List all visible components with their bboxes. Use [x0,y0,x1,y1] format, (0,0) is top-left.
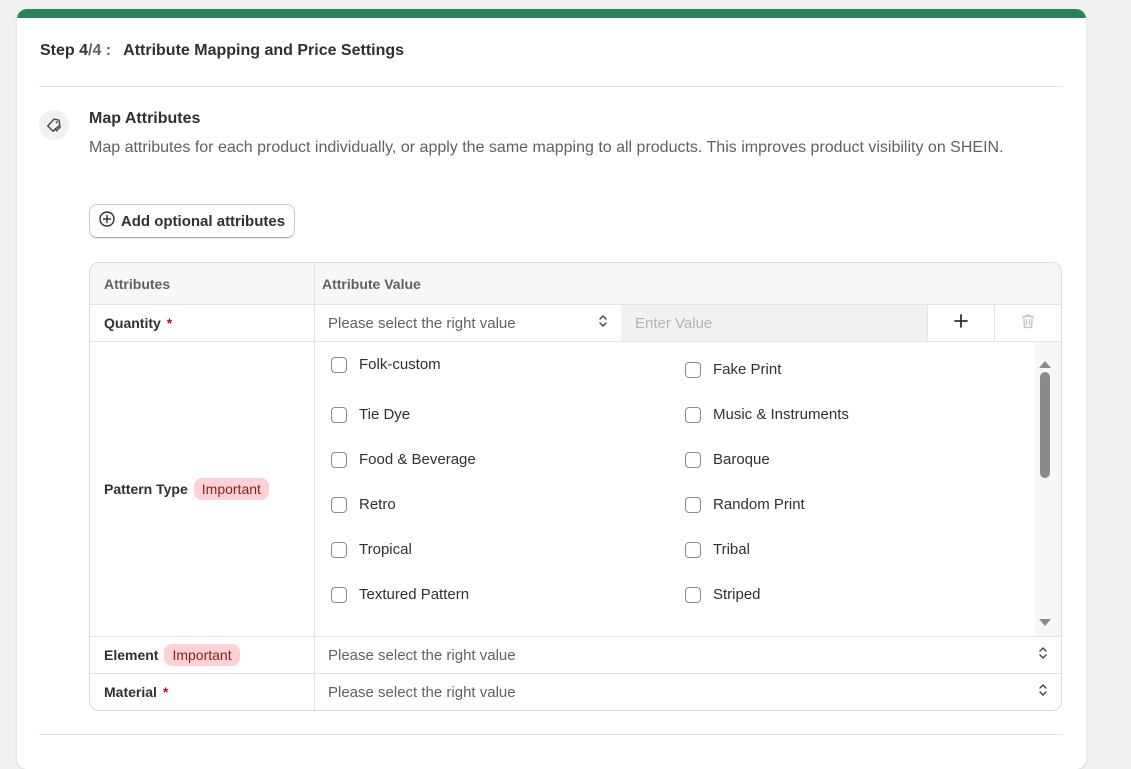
trash-icon [1021,313,1035,334]
option-tribal[interactable]: Tribal [685,541,750,558]
material-select-placeholder: Please select the right value [328,683,516,701]
step-label: Step 4 [40,42,89,59]
add-value-button[interactable] [927,305,994,341]
checkbox[interactable] [685,451,701,468]
chevron-updown-icon [597,313,609,333]
material-row: Material * Please select the right value [90,674,1061,710]
option-fake-print[interactable]: Fake Print [685,361,781,378]
option-label: Folk-custom [359,356,441,373]
step-header: Step 4/4 : Attribute Mapping and Price Se… [40,42,404,60]
table-header: Attributes Attribute Value [90,263,1061,305]
option-label: Food & Beverage [359,451,476,468]
option-music-instruments[interactable]: Music & Instruments [685,406,849,423]
important-badge: Important [193,478,269,500]
checkbox[interactable] [685,496,701,513]
pattern-type-row: Pattern Type Important Folk-custom Tie D… [90,342,1061,637]
plus-circle-icon [99,211,115,231]
material-label-text: Material [104,684,157,700]
checkbox[interactable] [331,406,347,423]
option-textured-pattern[interactable]: Textured Pattern [331,586,469,603]
scroll-up-arrow-icon[interactable] [1039,355,1051,373]
option-label: Tribal [713,541,750,558]
quantity-select[interactable]: Please select the right value [315,305,621,341]
tag-icon [39,110,69,140]
checkbox[interactable] [331,356,347,373]
checkbox[interactable] [685,541,701,558]
option-label: Retro [359,496,396,513]
scroll-down-arrow-icon[interactable] [1039,614,1051,632]
option-label: Tie Dye [359,406,411,423]
chevron-updown-icon [1037,682,1049,702]
column-divider [314,263,315,710]
attributes-table: Attributes Attribute Value Quantity * Pl… [89,262,1062,711]
section-title: Map Attributes [89,110,201,127]
step-total: /4 : [88,42,112,59]
option-striped[interactable]: Striped [685,586,761,603]
option-tie-dye[interactable]: Tie Dye [331,406,410,423]
element-select-placeholder: Please select the right value [328,646,516,664]
option-label: Fake Print [713,361,782,378]
section-divider [39,734,1063,735]
add-optional-attributes-label: Add optional attributes [120,212,286,230]
required-mark: * [166,315,173,331]
checkbox[interactable] [331,451,347,468]
material-label: Material * [104,684,168,700]
checkbox[interactable] [685,586,701,603]
header-attribute-value: Attribute Value [322,276,421,292]
option-label: Striped [713,586,761,603]
element-label-text: Element [104,647,159,663]
quantity-label: Quantity * [104,315,172,331]
options-scrollbar[interactable] [1035,342,1061,636]
checkbox[interactable] [685,361,701,378]
checkbox[interactable] [685,406,701,423]
material-select[interactable]: Please select the right value [315,674,1061,710]
header-attributes: Attributes [104,276,171,292]
option-retro[interactable]: Retro [331,496,396,513]
quantity-select-placeholder: Please select the right value [328,314,516,332]
quantity-label-text: Quantity [104,315,161,331]
scrollbar-thumb[interactable] [1040,372,1050,478]
option-label: Tropical [359,541,412,558]
element-label: Element Important [104,644,240,666]
option-label: Textured Pattern [359,586,470,603]
option-label: Random Print [713,496,805,513]
pattern-type-label-text: Pattern Type [104,481,188,497]
header-divider [39,86,1063,87]
important-badge: Important [164,644,240,666]
option-tropical[interactable]: Tropical [331,541,412,558]
option-folk-custom[interactable]: Folk-custom [331,356,441,373]
step-card: Step 4/4 : Attribute Mapping and Price Se… [17,9,1086,769]
element-select[interactable]: Please select the right value [315,637,1061,673]
progress-bar [17,9,1086,18]
chevron-updown-icon [1037,645,1049,665]
step-title: Attribute Mapping and Price Settings [123,42,405,59]
checkbox[interactable] [331,496,347,513]
pattern-type-label: Pattern Type Important [104,478,269,500]
section-description: Map attributes for each product individu… [89,139,1004,156]
plus-icon [954,313,968,333]
quantity-row: Quantity * Please select the right value [90,305,1061,342]
option-random-print[interactable]: Random Print [685,496,805,513]
option-baroque[interactable]: Baroque [685,451,770,468]
option-food-beverage[interactable]: Food & Beverage [331,451,476,468]
add-optional-attributes-button[interactable]: Add optional attributes [89,204,295,238]
element-row: Element Important Please select the righ… [90,637,1061,674]
option-label: Baroque [713,451,770,468]
required-mark: * [162,684,169,700]
option-label: Music & Instruments [713,406,849,423]
pattern-type-options: Folk-custom Tie Dye Food & Beverage Retr… [315,342,1035,636]
quantity-value-input[interactable] [621,305,927,341]
checkbox[interactable] [331,541,347,558]
checkbox[interactable] [331,586,347,603]
delete-value-button[interactable] [994,305,1061,341]
